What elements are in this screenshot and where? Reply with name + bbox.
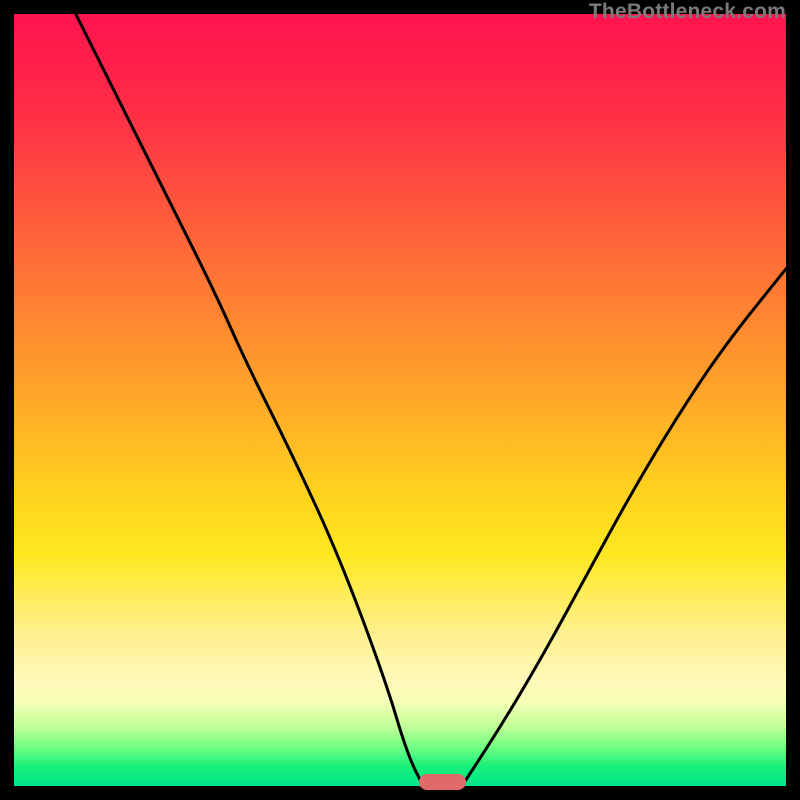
bottleneck-curve <box>14 14 786 786</box>
chart-frame: TheBottleneck.com <box>0 0 800 800</box>
watermark: TheBottleneck.com <box>589 0 786 24</box>
optimal-marker <box>419 774 465 790</box>
